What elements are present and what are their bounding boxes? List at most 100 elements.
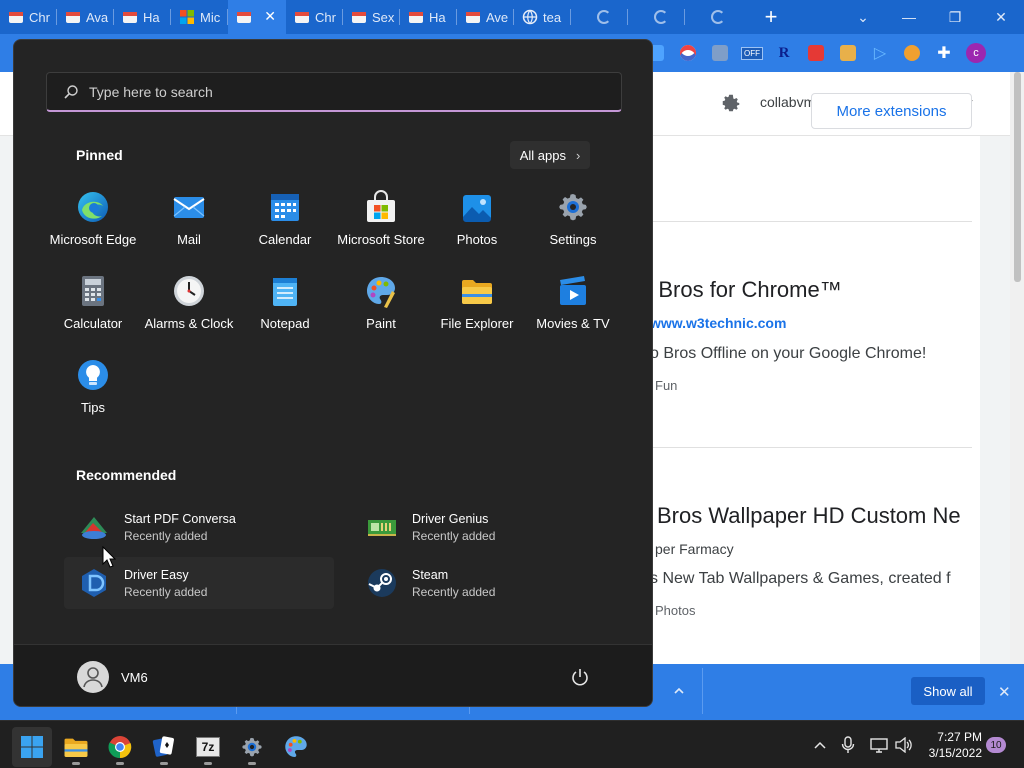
browser-tab[interactable]: Ha xyxy=(114,0,171,34)
pinned-app-label: Calendar xyxy=(258,232,312,247)
extension-category[interactable]: Photos xyxy=(655,603,695,618)
browser-tab[interactable]: Ava xyxy=(57,0,114,34)
loading-spinner-icon xyxy=(597,10,611,24)
pinned-app-alarms-clock[interactable]: Alarms & Clock xyxy=(141,268,237,348)
paint-icon xyxy=(285,736,307,757)
browser-tab[interactable]: Ave xyxy=(457,0,514,34)
profile-button[interactable]: c xyxy=(960,40,992,66)
taskbar-7zip[interactable]: 7z xyxy=(188,727,228,767)
browser-tab[interactable]: Chr xyxy=(0,0,57,34)
driver-genius-icon xyxy=(368,520,396,536)
browser-tab[interactable]: Sex xyxy=(343,0,400,34)
taskbar-clock[interactable]: 7:27 PM 3/15/2022 xyxy=(920,729,982,761)
settings-gear-icon[interactable] xyxy=(720,92,742,114)
pinned-app-label: File Explorer xyxy=(440,316,514,331)
restore-button[interactable]: ❐ xyxy=(932,0,978,34)
pinned-app-file-explorer[interactable]: File Explorer xyxy=(429,268,525,348)
recommended-item-title: Driver Easy xyxy=(124,567,189,582)
close-window-button[interactable]: ✕ xyxy=(978,0,1024,34)
browser-tab-active[interactable]: ✕ xyxy=(228,0,286,34)
tab-label: Ava xyxy=(86,9,109,25)
all-apps-button[interactable]: All apps › xyxy=(510,141,590,169)
taskbar-start-button[interactable] xyxy=(12,727,52,767)
taskbar-file-explorer[interactable] xyxy=(56,727,96,767)
paint-icon xyxy=(367,277,395,308)
mail-icon xyxy=(173,197,205,218)
pinned-app-edge[interactable]: Microsoft Edge xyxy=(45,184,141,264)
puzzle-icon: ✚ xyxy=(937,45,951,62)
network-icon[interactable] xyxy=(869,735,889,755)
extension-button[interactable] xyxy=(672,40,704,66)
tab-search-chevron-icon[interactable]: ⌄ xyxy=(840,0,886,34)
close-download-bar-icon[interactable]: ✕ xyxy=(998,683,1011,701)
new-tab-button[interactable]: + xyxy=(756,0,786,34)
taskbar-settings[interactable] xyxy=(232,727,272,767)
pinned-app-calculator[interactable]: Calculator xyxy=(45,268,141,348)
extensions-puzzle-button[interactable]: ✚ xyxy=(928,40,960,66)
recommended-item[interactable]: Driver Genius Recently added xyxy=(352,501,622,553)
running-indicator xyxy=(248,762,256,765)
browser-tab-loading[interactable] xyxy=(685,0,742,34)
extension-button[interactable]: ▷ xyxy=(864,40,896,66)
start-footer: VM6 xyxy=(14,644,652,706)
browser-tab[interactable]: tea xyxy=(514,0,571,34)
pdf-converter-icon xyxy=(81,517,107,539)
recommended-item-subtitle: Recently added xyxy=(412,528,496,543)
pinned-app-paint[interactable]: Paint xyxy=(333,268,429,348)
extension-button[interactable] xyxy=(896,40,928,66)
tab-label: Sex xyxy=(372,9,395,25)
extension-button[interactable] xyxy=(832,40,864,66)
recommended-item[interactable]: Steam Recently added xyxy=(352,557,622,609)
power-icon[interactable] xyxy=(570,667,590,687)
extension-button[interactable]: R xyxy=(768,40,800,66)
tab-label: Mic xyxy=(200,9,221,25)
start-search-box[interactable] xyxy=(46,72,622,112)
recommended-item-subtitle: Recently added xyxy=(124,528,208,543)
pinned-app-label: Tips xyxy=(80,400,106,415)
notification-badge[interactable]: 10 xyxy=(986,737,1006,753)
extension-title[interactable]: Bros Wallpaper HD Custom Ne xyxy=(657,503,961,529)
pinned-app-notepad[interactable]: Notepad xyxy=(237,268,333,348)
extension-category[interactable]: Fun xyxy=(655,378,677,393)
tab-close-icon[interactable]: ✕ xyxy=(264,8,276,25)
taskbar-chrome[interactable] xyxy=(100,727,140,767)
running-indicator xyxy=(204,762,212,765)
taskbar-paint[interactable] xyxy=(276,727,316,767)
extension-description: s New Tab Wallpapers & Games, created f xyxy=(650,570,951,587)
browser-tab[interactable]: Ha xyxy=(400,0,457,34)
microphone-icon[interactable] xyxy=(838,735,858,755)
user-name[interactable]: VM6 xyxy=(121,670,148,685)
chevron-right-icon: › xyxy=(575,147,581,163)
extension-button[interactable] xyxy=(704,40,736,66)
pinned-app-store[interactable]: Microsoft Store xyxy=(333,184,429,264)
show-hidden-icons-chevron-icon[interactable] xyxy=(810,735,830,755)
scrollbar-thumb[interactable] xyxy=(1014,72,1021,282)
browser-tab[interactable]: Chr xyxy=(286,0,343,34)
tab-label: Chr xyxy=(315,9,336,25)
pinned-app-calendar[interactable]: Calendar xyxy=(237,184,333,264)
pinned-app-photos[interactable]: Photos xyxy=(429,184,525,264)
extension-button[interactable] xyxy=(800,40,832,66)
recommended-item-subtitle: Recently added xyxy=(412,584,496,599)
taskbar-solitaire[interactable] xyxy=(144,727,184,767)
browser-tab-loading[interactable] xyxy=(628,0,685,34)
show-all-downloads-button[interactable]: Show all xyxy=(911,677,985,705)
start-menu: Pinned All apps › Microsoft Edge Mail Cal… xyxy=(13,39,653,707)
pinned-app-movies-tv[interactable]: Movies & TV xyxy=(525,268,621,348)
extension-button[interactable]: OFF xyxy=(736,40,768,66)
pinned-app-mail[interactable]: Mail xyxy=(141,184,237,264)
minimize-button[interactable]: — xyxy=(886,0,932,34)
volume-icon[interactable] xyxy=(894,735,914,755)
extension-title[interactable]: o Bros for Chrome™ xyxy=(640,277,842,303)
pinned-app-tips[interactable]: Tips xyxy=(45,352,141,432)
extension-link[interactable]: www.w3technic.com xyxy=(650,315,786,331)
browser-tab-loading[interactable] xyxy=(571,0,628,34)
more-extensions-button[interactable]: More extensions xyxy=(811,93,972,129)
chevron-up-icon[interactable] xyxy=(672,684,686,698)
extension-publisher[interactable]: per Farmacy xyxy=(655,541,734,557)
pinned-app-settings[interactable]: Settings xyxy=(525,184,621,264)
browser-tab[interactable]: Mic xyxy=(171,0,228,34)
start-search-input[interactable] xyxy=(89,83,569,100)
profile-avatar-icon: c xyxy=(966,43,986,63)
user-avatar[interactable] xyxy=(77,661,109,693)
